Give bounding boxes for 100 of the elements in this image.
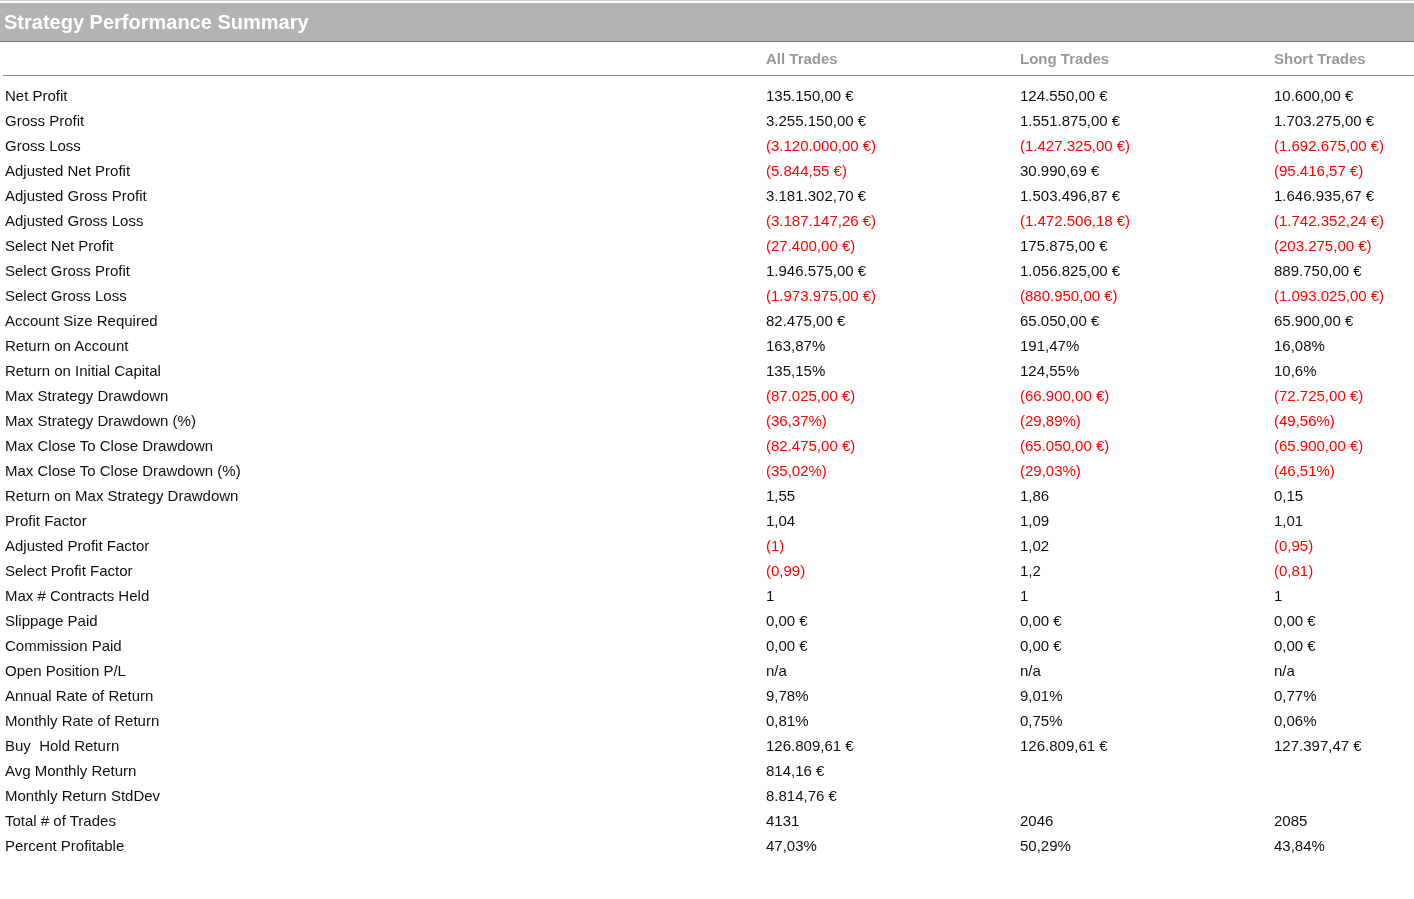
metric-value: 1,02: [1020, 536, 1051, 556]
metric-value: 1.551.875,00 €: [1020, 111, 1122, 131]
metric-value: (72.725,00 €): [1274, 386, 1365, 406]
metric-value: (1.742.352,24 €): [1274, 211, 1386, 231]
metric-value: 0,00 €: [1020, 636, 1063, 656]
metric-value: 191,47%: [1020, 336, 1081, 356]
metric-value: 3.255.150,00 €: [766, 111, 868, 131]
column-header: Short Trades: [1274, 50, 1367, 67]
metric-value: (36,37%): [766, 411, 828, 431]
metric-value: (1.472.506,18 €): [1020, 211, 1132, 231]
metric-label: Max Close To Close Drawdown (%): [4, 461, 242, 481]
metric-value: 175.875,00 €: [1020, 236, 1109, 256]
metric-value: 135,15%: [766, 361, 827, 381]
metric-label: Monthly Rate of Return: [4, 711, 161, 731]
metric-label: Max Strategy Drawdown: [4, 386, 170, 406]
column-header: Long Trades: [1020, 50, 1111, 67]
metric-value: 889.750,00 €: [1274, 261, 1363, 281]
metric-value: (49,56%): [1274, 411, 1336, 431]
metric-label: Adjusted Gross Loss: [4, 211, 145, 231]
metric-value: 30.990,69 €: [1020, 161, 1101, 181]
metric-value: (29,89%): [1020, 411, 1082, 431]
metric-label: Return on Initial Capital: [4, 361, 162, 381]
metric-label: Max Strategy Drawdown (%): [4, 411, 197, 431]
metric-value: (1): [766, 536, 786, 556]
metric-value: 10,6%: [1274, 361, 1318, 381]
metric-label: Select Profit Factor: [4, 561, 134, 581]
metric-label: Percent Profitable: [4, 836, 126, 856]
metric-label: Avg Monthly Return: [4, 761, 138, 781]
metric-value: (1.427.325,00 €): [1020, 136, 1132, 156]
metric-value: 3.181.302,70 €: [766, 186, 868, 206]
metric-value: 0,00 €: [766, 636, 809, 656]
metric-value: (203.275,00 €): [1274, 236, 1373, 256]
metric-value: 47,03%: [766, 836, 818, 856]
metric-value: 9,01%: [1020, 686, 1064, 706]
metric-value: 16,08%: [1274, 336, 1326, 356]
metric-value: 0,00 €: [1274, 636, 1317, 656]
metric-label: Slippage Paid: [4, 611, 99, 631]
metric-label: Adjusted Profit Factor: [4, 536, 151, 556]
metric-value: (95.416,57 €): [1274, 161, 1365, 181]
metric-label: Buy Hold Return: [4, 736, 121, 756]
metric-value: (1.973.975,00 €): [766, 286, 878, 306]
metric-value: 2085: [1274, 811, 1309, 831]
metric-value: (0,99): [766, 561, 807, 581]
metric-value: 1: [1274, 586, 1284, 606]
report-title: Strategy Performance Summary: [4, 10, 309, 34]
metric-value: (5.844,55 €): [766, 161, 848, 181]
metric-value: 0,00 €: [1274, 611, 1317, 631]
metric-value: 0,77%: [1274, 686, 1318, 706]
metric-label: Adjusted Net Profit: [4, 161, 132, 181]
metric-value: 814,16 €: [766, 761, 826, 781]
metric-value: 0,00 €: [766, 611, 809, 631]
metric-value: 2046: [1020, 811, 1055, 831]
metric-value: 9,78%: [766, 686, 810, 706]
metric-label: Adjusted Gross Profit: [4, 186, 148, 206]
metric-value: 0,81%: [766, 711, 810, 731]
metric-value: 0,75%: [1020, 711, 1064, 731]
metric-value: 50,29%: [1020, 836, 1072, 856]
metric-value: (66.900,00 €): [1020, 386, 1111, 406]
metric-value: 135.150,00 €: [766, 86, 855, 106]
metric-value: 82.475,00 €: [766, 311, 847, 331]
metric-value: (27.400,00 €): [766, 236, 857, 256]
metric-value: 8.814,76 €: [766, 786, 838, 806]
metric-label: Return on Max Strategy Drawdown: [4, 486, 240, 506]
metric-value: (880.950,00 €): [1020, 286, 1119, 306]
metric-label: Select Net Profit: [4, 236, 115, 256]
metric-value: 1,04: [766, 511, 797, 531]
metric-value: (46,51%): [1274, 461, 1336, 481]
metric-value: 10.600,00 €: [1274, 86, 1355, 106]
metric-value: 124.550,00 €: [1020, 86, 1109, 106]
metric-value: 126.809,61 €: [766, 736, 855, 756]
metric-value: 4131: [766, 811, 801, 831]
metric-value: 43,84%: [1274, 836, 1326, 856]
metric-value: 1.503.496,87 €: [1020, 186, 1122, 206]
metric-value: (0,81): [1274, 561, 1315, 581]
metric-label: Total # of Trades: [4, 811, 117, 831]
metric-label: Max Close To Close Drawdown: [4, 436, 215, 456]
metric-value: n/a: [766, 661, 788, 681]
metric-value: (82.475,00 €): [766, 436, 857, 456]
metric-value: n/a: [1020, 661, 1042, 681]
metric-value: (87.025,00 €): [766, 386, 857, 406]
metric-value: (29,03%): [1020, 461, 1082, 481]
metric-value: (1.093.025,00 €): [1274, 286, 1386, 306]
metric-value: 126.809,61 €: [1020, 736, 1109, 756]
metric-value: 1.646.935,67 €: [1274, 186, 1376, 206]
metric-label: Net Profit: [4, 86, 69, 106]
metric-value: n/a: [1274, 661, 1296, 681]
metric-label: Max # Contracts Held: [4, 586, 151, 606]
metric-value: (3.187.147,26 €): [766, 211, 878, 231]
metric-label: Select Gross Loss: [4, 286, 128, 306]
metric-label: Profit Factor: [4, 511, 88, 531]
metric-label: Monthly Return StdDev: [4, 786, 162, 806]
metric-value: 1,55: [766, 486, 797, 506]
metric-value: 127.397,47 €: [1274, 736, 1363, 756]
metric-value: (0,95): [1274, 536, 1315, 556]
metric-value: 1,2: [1020, 561, 1042, 581]
metric-label: Gross Profit: [4, 111, 86, 131]
metric-value: 1,01: [1274, 511, 1305, 531]
metric-value: 163,87%: [766, 336, 827, 356]
metric-value: (65.900,00 €): [1274, 436, 1365, 456]
metric-value: 1: [766, 586, 776, 606]
